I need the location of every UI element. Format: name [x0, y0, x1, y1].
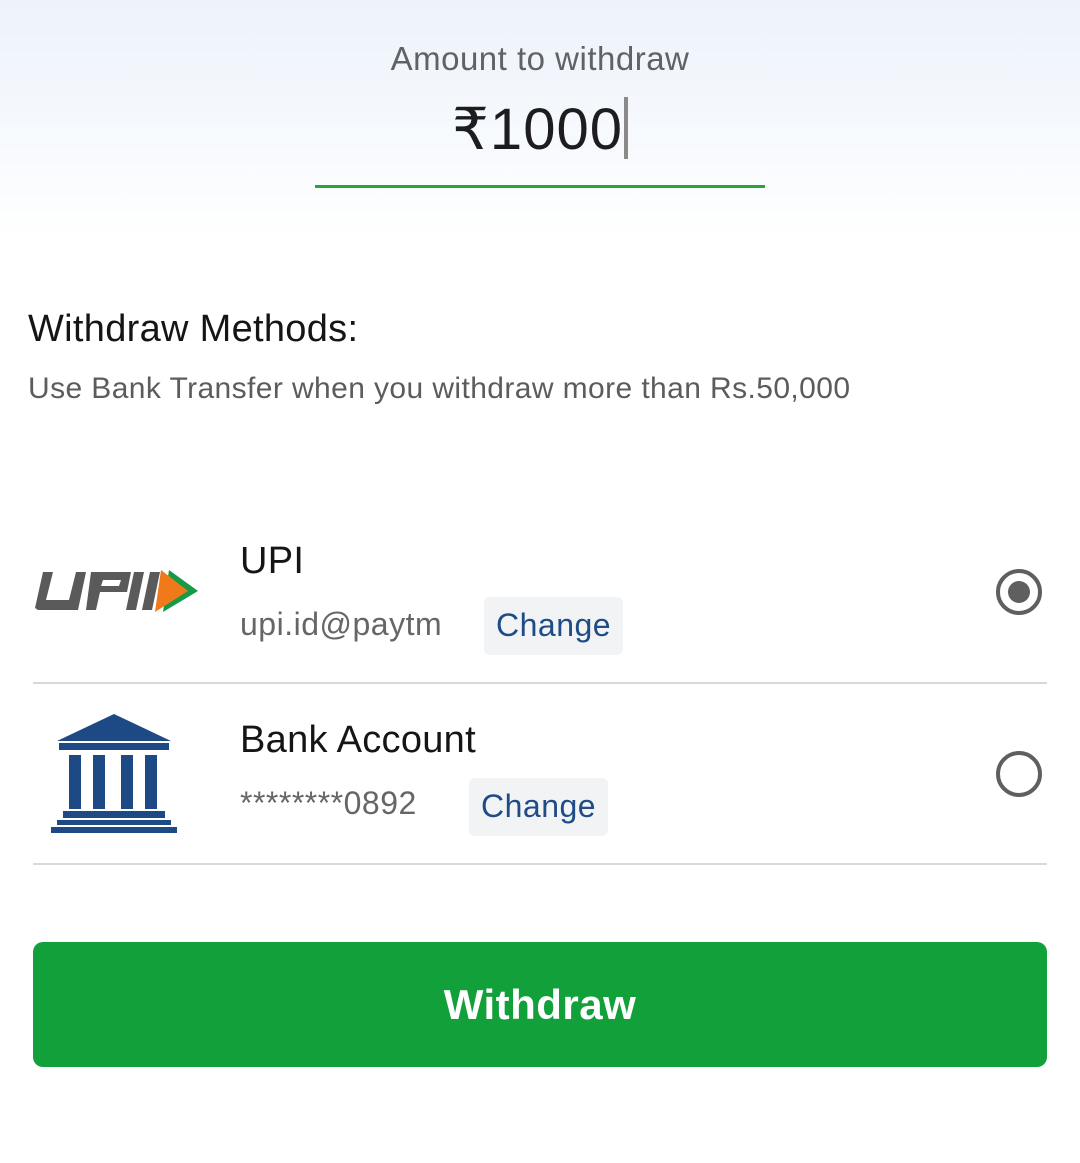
method-title-upi: UPI — [240, 540, 305, 582]
bank-account-radio[interactable] — [996, 751, 1042, 797]
withdraw-methods-title: Withdraw Methods: — [28, 308, 359, 350]
change-bank-account-button[interactable]: Change — [469, 778, 609, 836]
method-row-upi[interactable]: UPI upi.id@paytm Change — [33, 504, 1047, 684]
amount-input[interactable]: ₹1000 — [315, 92, 765, 188]
amount-label: Amount to withdraw — [390, 40, 690, 77]
upi-logo-icon — [33, 564, 203, 621]
withdraw-button[interactable]: Withdraw — [33, 942, 1047, 1067]
upi-radio[interactable] — [996, 569, 1042, 615]
withdraw-methods-hint: Use Bank Transfer when you withdraw more… — [28, 372, 851, 405]
radio-selected-dot — [1008, 581, 1030, 603]
change-upi-button[interactable]: Change — [484, 597, 624, 655]
text-cursor — [623, 97, 628, 159]
bank-account-number: ********0892 — [240, 785, 417, 821]
method-row-bank-account[interactable]: Bank Account ********0892 Change — [33, 685, 1047, 865]
bank-icon — [51, 713, 177, 838]
method-title-bank-account: Bank Account — [240, 719, 476, 761]
upi-id: upi.id@paytm — [240, 606, 443, 642]
amount-value: ₹1000 — [452, 97, 623, 162]
